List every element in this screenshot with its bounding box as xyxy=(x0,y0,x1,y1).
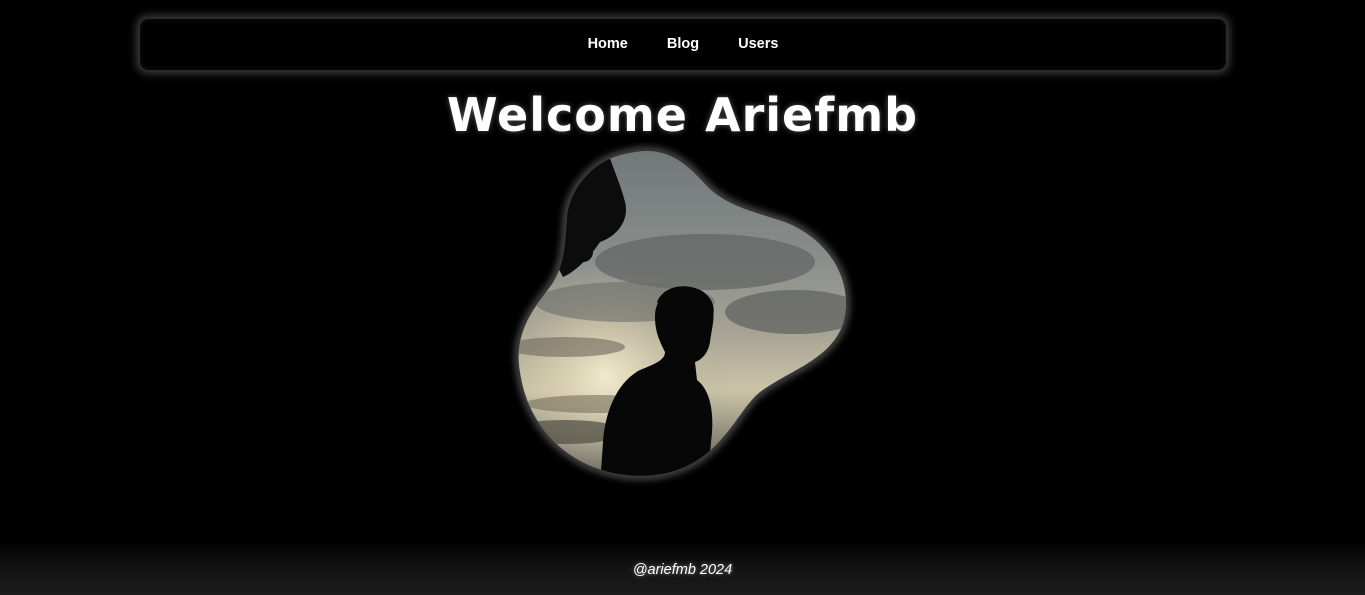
nav-link-blog[interactable]: Blog xyxy=(667,36,699,52)
profile-image xyxy=(505,142,865,487)
profile-silhouette-image xyxy=(516,148,849,479)
navbar: Home Blog Users xyxy=(138,17,1228,72)
footer-copyright: @ariefmb 2024 xyxy=(632,562,733,578)
page: Home Blog Users Welcome Ariefmb @ariefmb… xyxy=(0,0,1365,595)
page-title: Welcome Ariefmb xyxy=(446,88,919,142)
nav-link-home[interactable]: Home xyxy=(588,36,628,52)
footer: @ariefmb 2024 xyxy=(0,542,1365,595)
nav-link-users[interactable]: Users xyxy=(738,36,778,52)
